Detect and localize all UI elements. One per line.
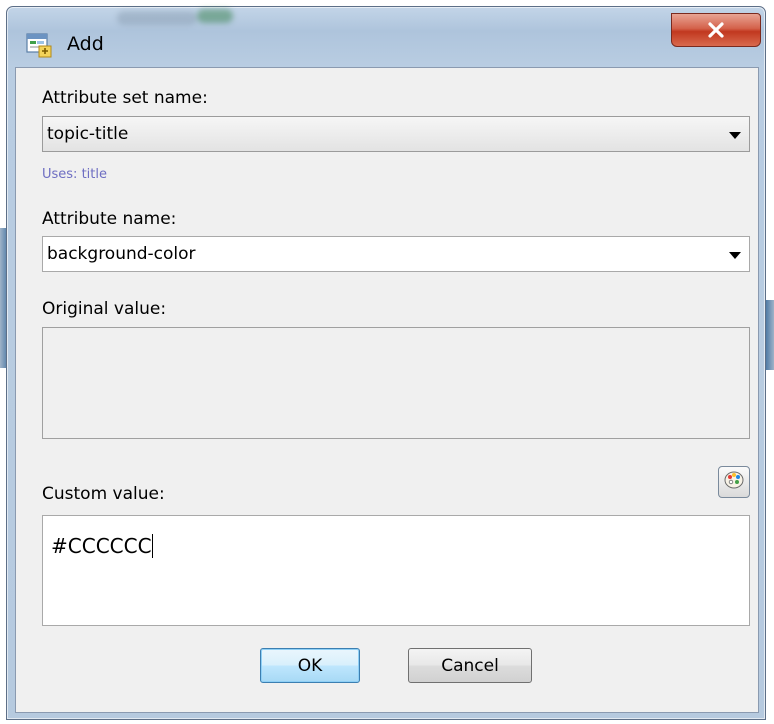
text-caret [151, 534, 153, 558]
title-bar[interactable]: Add [7, 7, 765, 73]
original-value-field [42, 327, 750, 439]
chevron-down-icon[interactable] [729, 252, 741, 259]
attribute-name-combobox[interactable]: background-color [42, 236, 750, 272]
cancel-button[interactable]: Cancel [408, 648, 532, 683]
attribute-name-label: Attribute name: [42, 209, 177, 229]
custom-value-text: #CCCCCC [51, 534, 153, 558]
close-button[interactable] [671, 13, 761, 47]
attribute-set-select[interactable]: topic-title [42, 116, 750, 152]
original-value-label: Original value: [42, 299, 167, 319]
color-picker-button[interactable] [718, 466, 750, 498]
chevron-down-icon[interactable] [729, 132, 741, 139]
uses-hint: Uses: title [42, 167, 107, 182]
background-window-edge [766, 300, 774, 370]
dialog-app-icon [25, 31, 53, 59]
custom-value-label: Custom value: [42, 484, 165, 504]
custom-value-input[interactable]: #CCCCCC [42, 515, 750, 626]
color-palette-icon [723, 469, 745, 495]
titlebar-glass [197, 9, 233, 23]
attribute-set-value: topic-title [47, 124, 129, 144]
dialog-title: Add [67, 33, 104, 55]
ok-button[interactable]: OK [260, 648, 360, 683]
add-dialog: Add Attribute set name: topic-title Uses… [6, 6, 766, 720]
attribute-name-value: background-color [47, 244, 196, 264]
dialog-body: Attribute set name: topic-title Uses: ti… [15, 67, 759, 713]
titlebar-glass [117, 11, 197, 25]
close-icon [707, 22, 725, 38]
attribute-set-label: Attribute set name: [42, 88, 208, 108]
